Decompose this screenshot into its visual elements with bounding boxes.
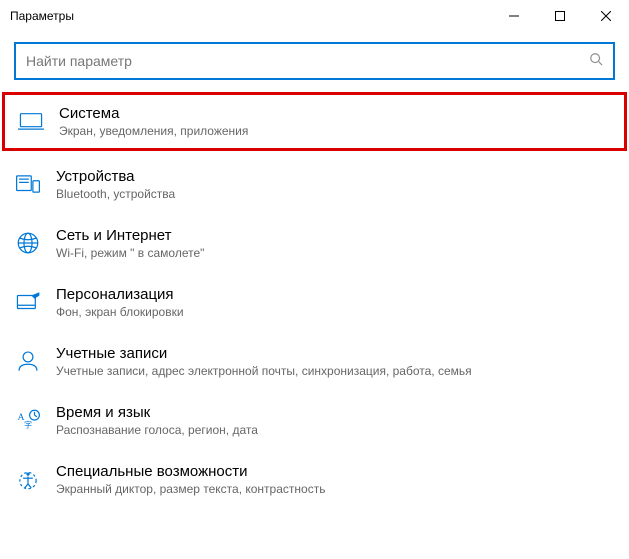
svg-text:字: 字	[24, 419, 32, 429]
settings-list: Система Экран, уведомления, приложения У…	[0, 86, 629, 509]
category-title: Персонализация	[56, 286, 184, 303]
category-system[interactable]: Система Экран, уведомления, приложения	[2, 92, 627, 151]
category-title: Специальные возможности	[56, 463, 325, 480]
category-texts: Система Экран, уведомления, приложения	[59, 105, 248, 138]
category-personalization[interactable]: Персонализация Фон, экран блокировки	[0, 273, 629, 332]
personalization-icon	[14, 288, 42, 316]
maximize-button[interactable]	[537, 0, 583, 32]
category-title: Время и язык	[56, 404, 258, 421]
system-icon	[17, 107, 45, 135]
category-desc: Фон, экран блокировки	[56, 305, 184, 319]
category-time-language[interactable]: A 字 Время и язык Распознавание голоса, р…	[0, 391, 629, 450]
globe-icon	[14, 229, 42, 257]
search-box[interactable]	[14, 42, 615, 80]
search-input[interactable]	[26, 53, 589, 69]
category-texts: Устройства Bluetooth, устройства	[56, 168, 175, 201]
category-texts: Время и язык Распознавание голоса, регио…	[56, 404, 258, 437]
category-texts: Сеть и Интернет Wi-Fi, режим " в самолет…	[56, 227, 204, 260]
window-title: Параметры	[10, 9, 491, 23]
titlebar: Параметры	[0, 0, 629, 32]
category-desc: Экран, уведомления, приложения	[59, 124, 248, 138]
category-title: Сеть и Интернет	[56, 227, 204, 244]
category-network[interactable]: Сеть и Интернет Wi-Fi, режим " в самолет…	[0, 214, 629, 273]
window-controls	[491, 0, 629, 32]
category-accessibility[interactable]: Специальные возможности Экранный диктор,…	[0, 450, 629, 509]
category-title: Устройства	[56, 168, 175, 185]
category-title: Система	[59, 105, 248, 122]
category-desc: Bluetooth, устройства	[56, 187, 175, 201]
category-desc: Распознавание голоса, регион, дата	[56, 423, 258, 437]
category-desc: Wi-Fi, режим " в самолете"	[56, 246, 204, 260]
category-title: Учетные записи	[56, 345, 472, 362]
search-icon	[589, 52, 603, 71]
search-container	[0, 32, 629, 86]
category-accounts[interactable]: Учетные записи Учетные записи, адрес эле…	[0, 332, 629, 391]
accessibility-icon	[14, 465, 42, 493]
minimize-button[interactable]	[491, 0, 537, 32]
accounts-icon	[14, 347, 42, 375]
category-devices[interactable]: Устройства Bluetooth, устройства	[0, 155, 629, 214]
category-texts: Персонализация Фон, экран блокировки	[56, 286, 184, 319]
devices-icon	[14, 170, 42, 198]
category-texts: Учетные записи Учетные записи, адрес эле…	[56, 345, 472, 378]
category-texts: Специальные возможности Экранный диктор,…	[56, 463, 325, 496]
time-language-icon: A 字	[14, 406, 42, 434]
category-desc: Экранный диктор, размер текста, контраст…	[56, 482, 325, 496]
category-desc: Учетные записи, адрес электронной почты,…	[56, 364, 472, 378]
close-button[interactable]	[583, 0, 629, 32]
